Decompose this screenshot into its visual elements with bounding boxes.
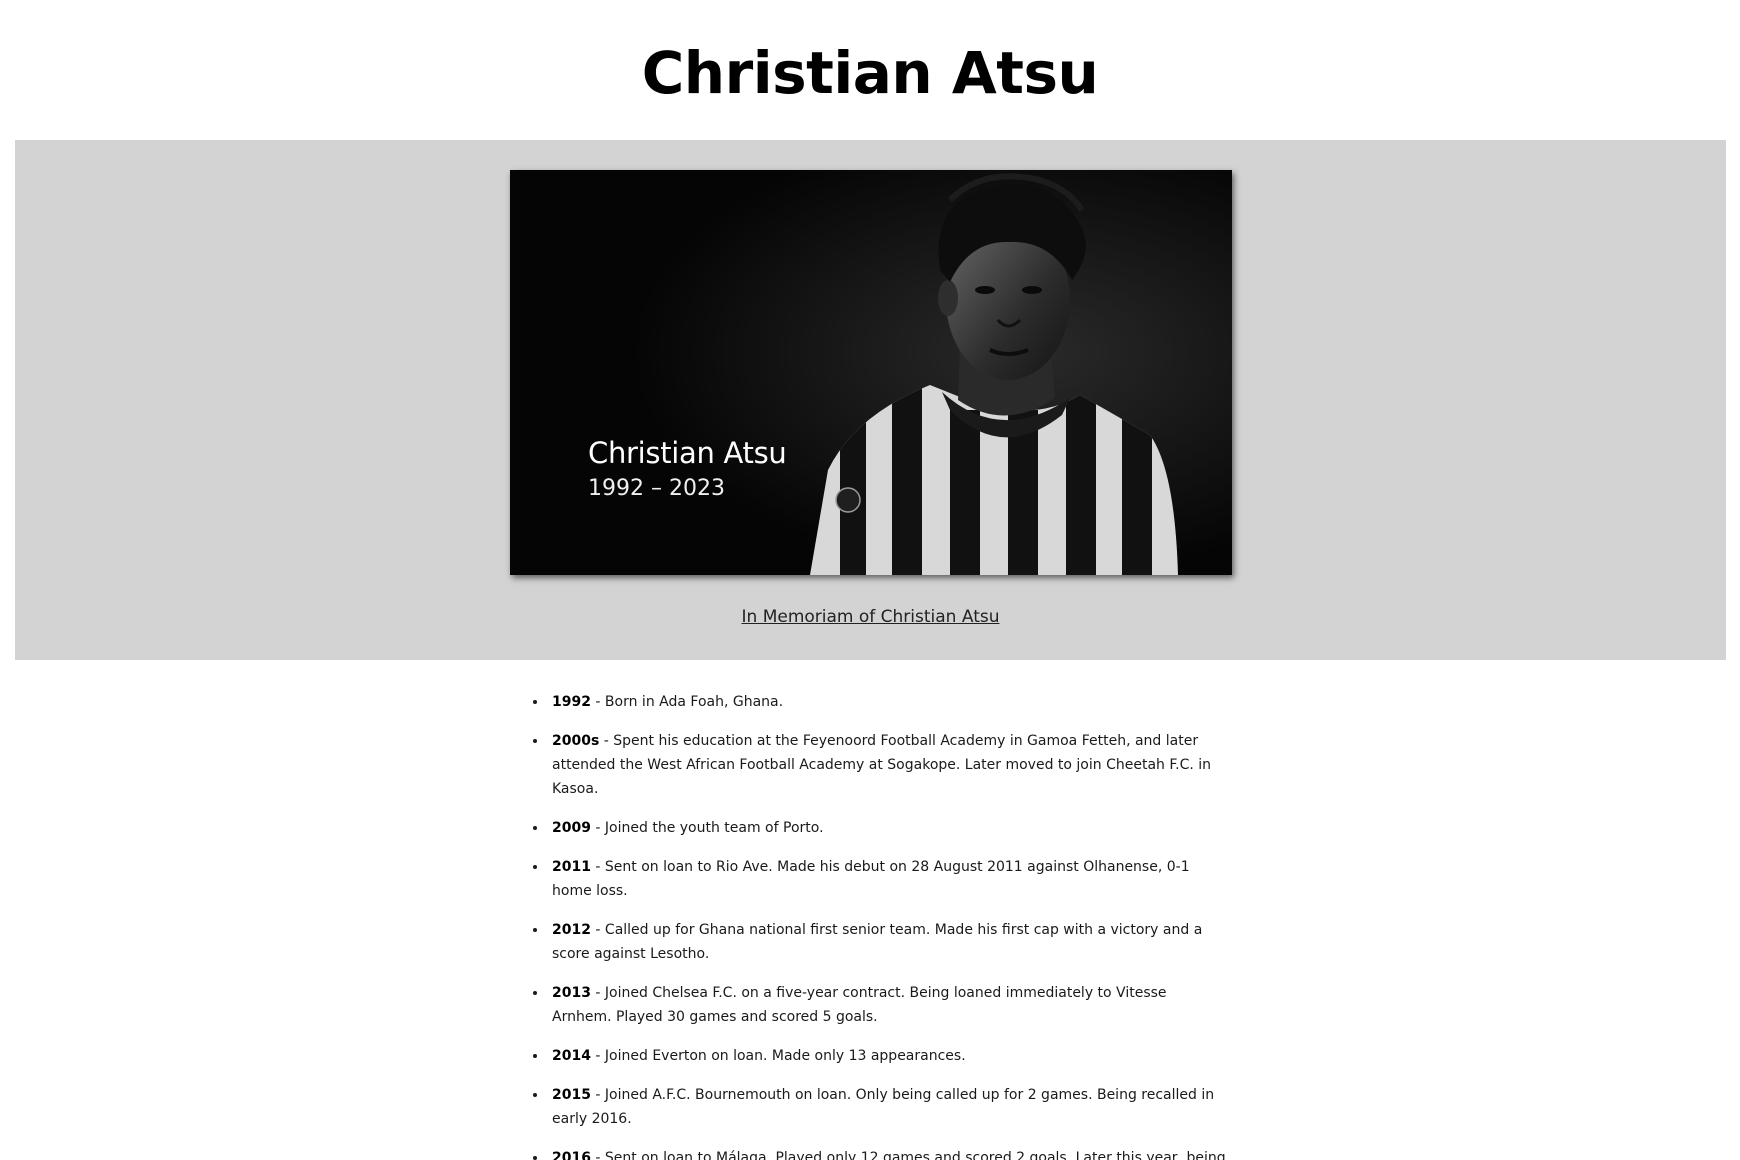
timeline-year: 2011 — [552, 859, 591, 875]
list-item: 2009 - Joined the youth team of Porto. — [548, 816, 1228, 840]
timeline-year: 1992 — [552, 694, 591, 710]
timeline-year: 2014 — [552, 1048, 591, 1064]
list-item: 2014 - Joined Everton on loan. Made only… — [548, 1044, 1228, 1068]
list-item: 2015 - Joined A.F.C. Bournemouth on loan… — [548, 1083, 1228, 1131]
timeline-year: 2009 — [552, 820, 591, 836]
timeline-year: 2015 — [552, 1087, 591, 1103]
timeline-text: - Spent his education at the Feyenoord F… — [552, 733, 1212, 797]
memoriam-link[interactable]: In Memoriam of Christian Atsu — [15, 607, 1726, 627]
timeline-text: - Called up for Ghana national first sen… — [552, 922, 1203, 962]
list-item: 2016 - Sent on loan to Málaga. Played on… — [548, 1146, 1228, 1160]
portrait-photo-icon — [510, 170, 1232, 575]
timeline-year: 2013 — [552, 985, 591, 1001]
timeline-text: - Sent on loan to Málaga. Played only 12… — [590, 1150, 1226, 1160]
page-title: Christian Atsu — [641, 39, 1099, 107]
list-item: 2013 - Joined Chelsea F.C. on a five-yea… — [548, 981, 1228, 1029]
timeline-text: - Joined Everton on loan. Made only 13 a… — [590, 1048, 966, 1064]
list-item: 1992 - Born in Ada Foah, Ghana. — [548, 690, 1228, 714]
list-item: 2011 - Sent on loan to Rio Ave. Made his… — [548, 855, 1228, 903]
timeline-year: 2000s — [552, 733, 600, 749]
timeline-text: - Sent on loan to Rio Ave. Made his debu… — [552, 859, 1190, 899]
timeline-text: - Joined A.F.C. Bournemouth on loan. Onl… — [552, 1087, 1215, 1127]
tribute-image: Christian Atsu 1992 – 2023 — [510, 170, 1232, 575]
timeline-year: 2016 — [552, 1150, 591, 1160]
timeline-year: 2012 — [552, 922, 591, 938]
timeline-text: - Born in Ada Foah, Ghana. — [590, 694, 784, 710]
tribute-banner: Christian Atsu 1992 – 2023 In Memoriam o… — [15, 140, 1726, 660]
timeline-text: - Joined Chelsea F.C. on a five-year con… — [552, 985, 1167, 1025]
list-item: 2012 - Called up for Ghana national firs… — [548, 918, 1228, 966]
list-item: 2000s - Spent his education at the Feyen… — [548, 729, 1228, 801]
page: Christian Atsu Christian Atsu 1992 – 202… — [0, 0, 1740, 1160]
overlay-name: Christian Atsu — [588, 436, 787, 470]
timeline-list: 1992 - Born in Ada Foah, Ghana. 2000s - … — [530, 690, 1228, 1160]
overlay-years: 1992 – 2023 — [588, 476, 725, 501]
timeline-text: - Joined the youth team of Porto. — [590, 820, 824, 836]
